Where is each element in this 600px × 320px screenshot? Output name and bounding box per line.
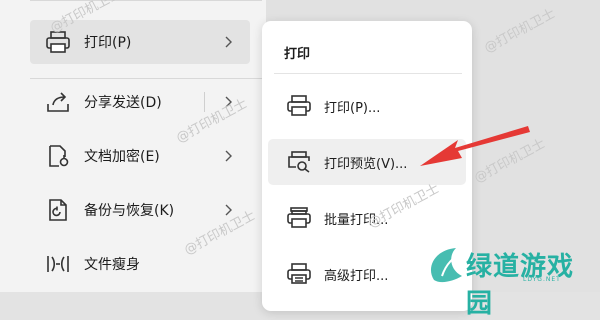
logo-text: 绿道游戏园 xyxy=(466,252,575,319)
logo-subtext: LDYG.NET xyxy=(523,276,561,283)
